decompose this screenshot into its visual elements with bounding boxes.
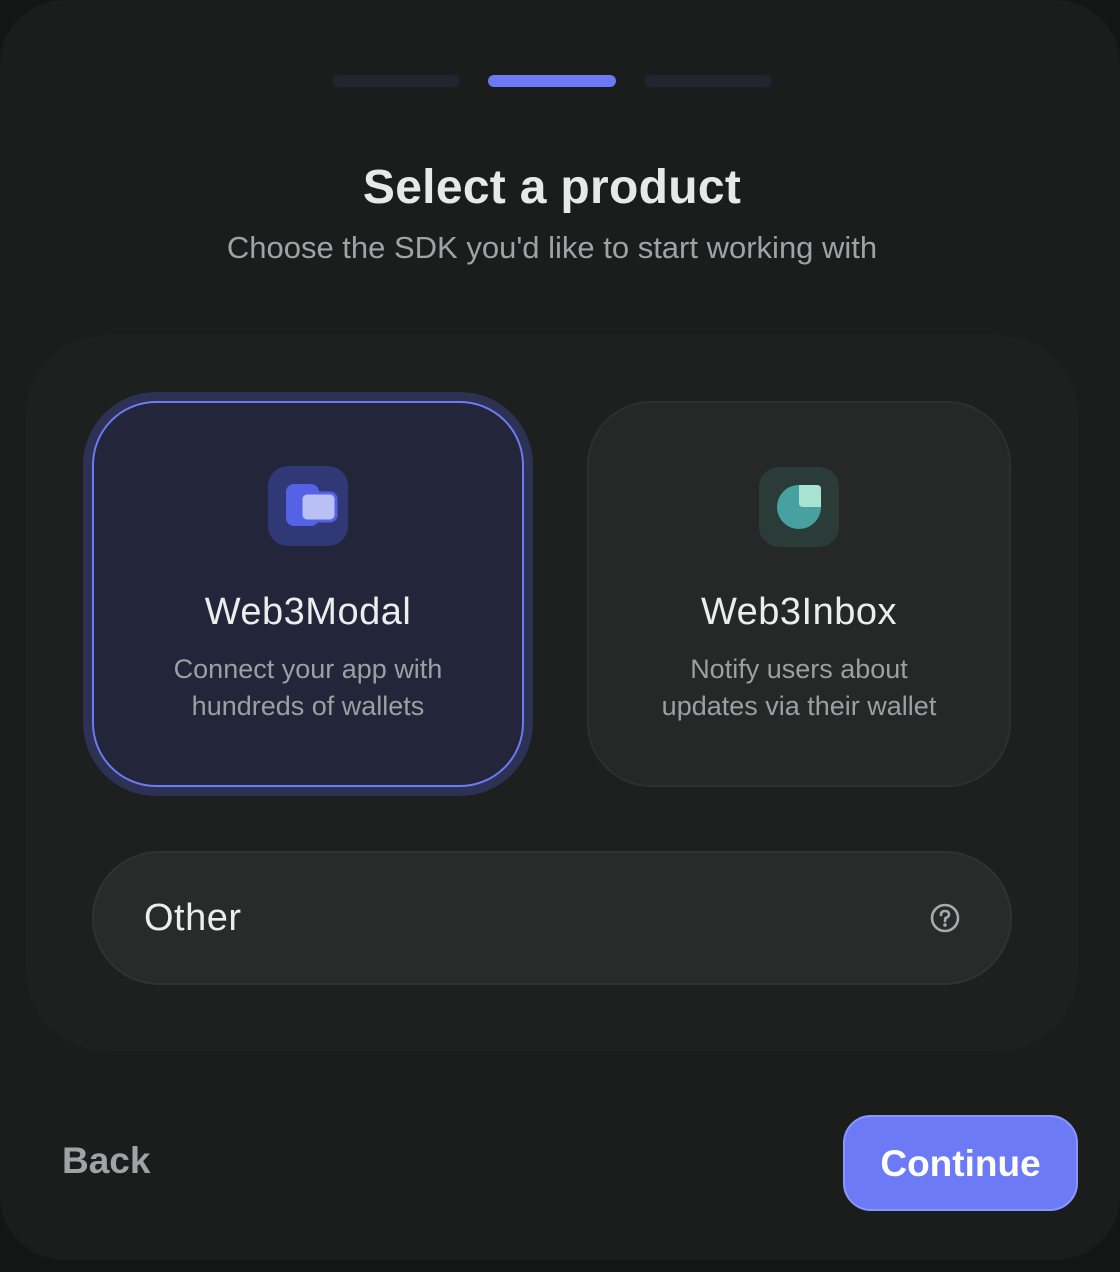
product-description-line: Connect your app with bbox=[173, 654, 443, 684]
page-title: Select a product bbox=[362, 161, 742, 214]
other-option[interactable]: Other bbox=[92, 851, 1012, 985]
stacked-squares-icon bbox=[268, 466, 348, 546]
product-name: Web3Modal bbox=[204, 591, 412, 633]
product-card-web3inbox[interactable]: Web3Inbox Notify users about updates via… bbox=[587, 401, 1011, 787]
product-description: Connect your app with hundreds of wallet… bbox=[94, 651, 522, 725]
product-description-line: updates via their wallet bbox=[661, 691, 937, 721]
progress-step-3 bbox=[644, 75, 772, 87]
product-options-panel: Web3Modal Connect your app with hundreds… bbox=[26, 335, 1078, 1051]
back-button[interactable]: Back bbox=[62, 1140, 150, 1182]
page-subtitle: Choose the SDK you'd like to start worki… bbox=[226, 230, 878, 265]
product-select-modal: Select a product Choose the SDK you'd li… bbox=[0, 0, 1120, 1260]
continue-button[interactable]: Continue bbox=[843, 1115, 1078, 1211]
progress-step-1 bbox=[332, 75, 460, 87]
product-name: Web3Inbox bbox=[700, 591, 898, 633]
inbox-circle-icon bbox=[759, 467, 839, 547]
step-progress bbox=[332, 75, 772, 87]
product-description-line: hundreds of wallets bbox=[191, 691, 425, 721]
help-circle-icon[interactable] bbox=[930, 903, 960, 933]
progress-step-2 bbox=[488, 75, 616, 87]
product-description: Notify users about updates via their wal… bbox=[589, 651, 1009, 725]
product-description-line: Notify users about bbox=[690, 654, 908, 684]
product-card-web3modal[interactable]: Web3Modal Connect your app with hundreds… bbox=[92, 401, 524, 787]
other-option-label: Other bbox=[144, 897, 242, 939]
